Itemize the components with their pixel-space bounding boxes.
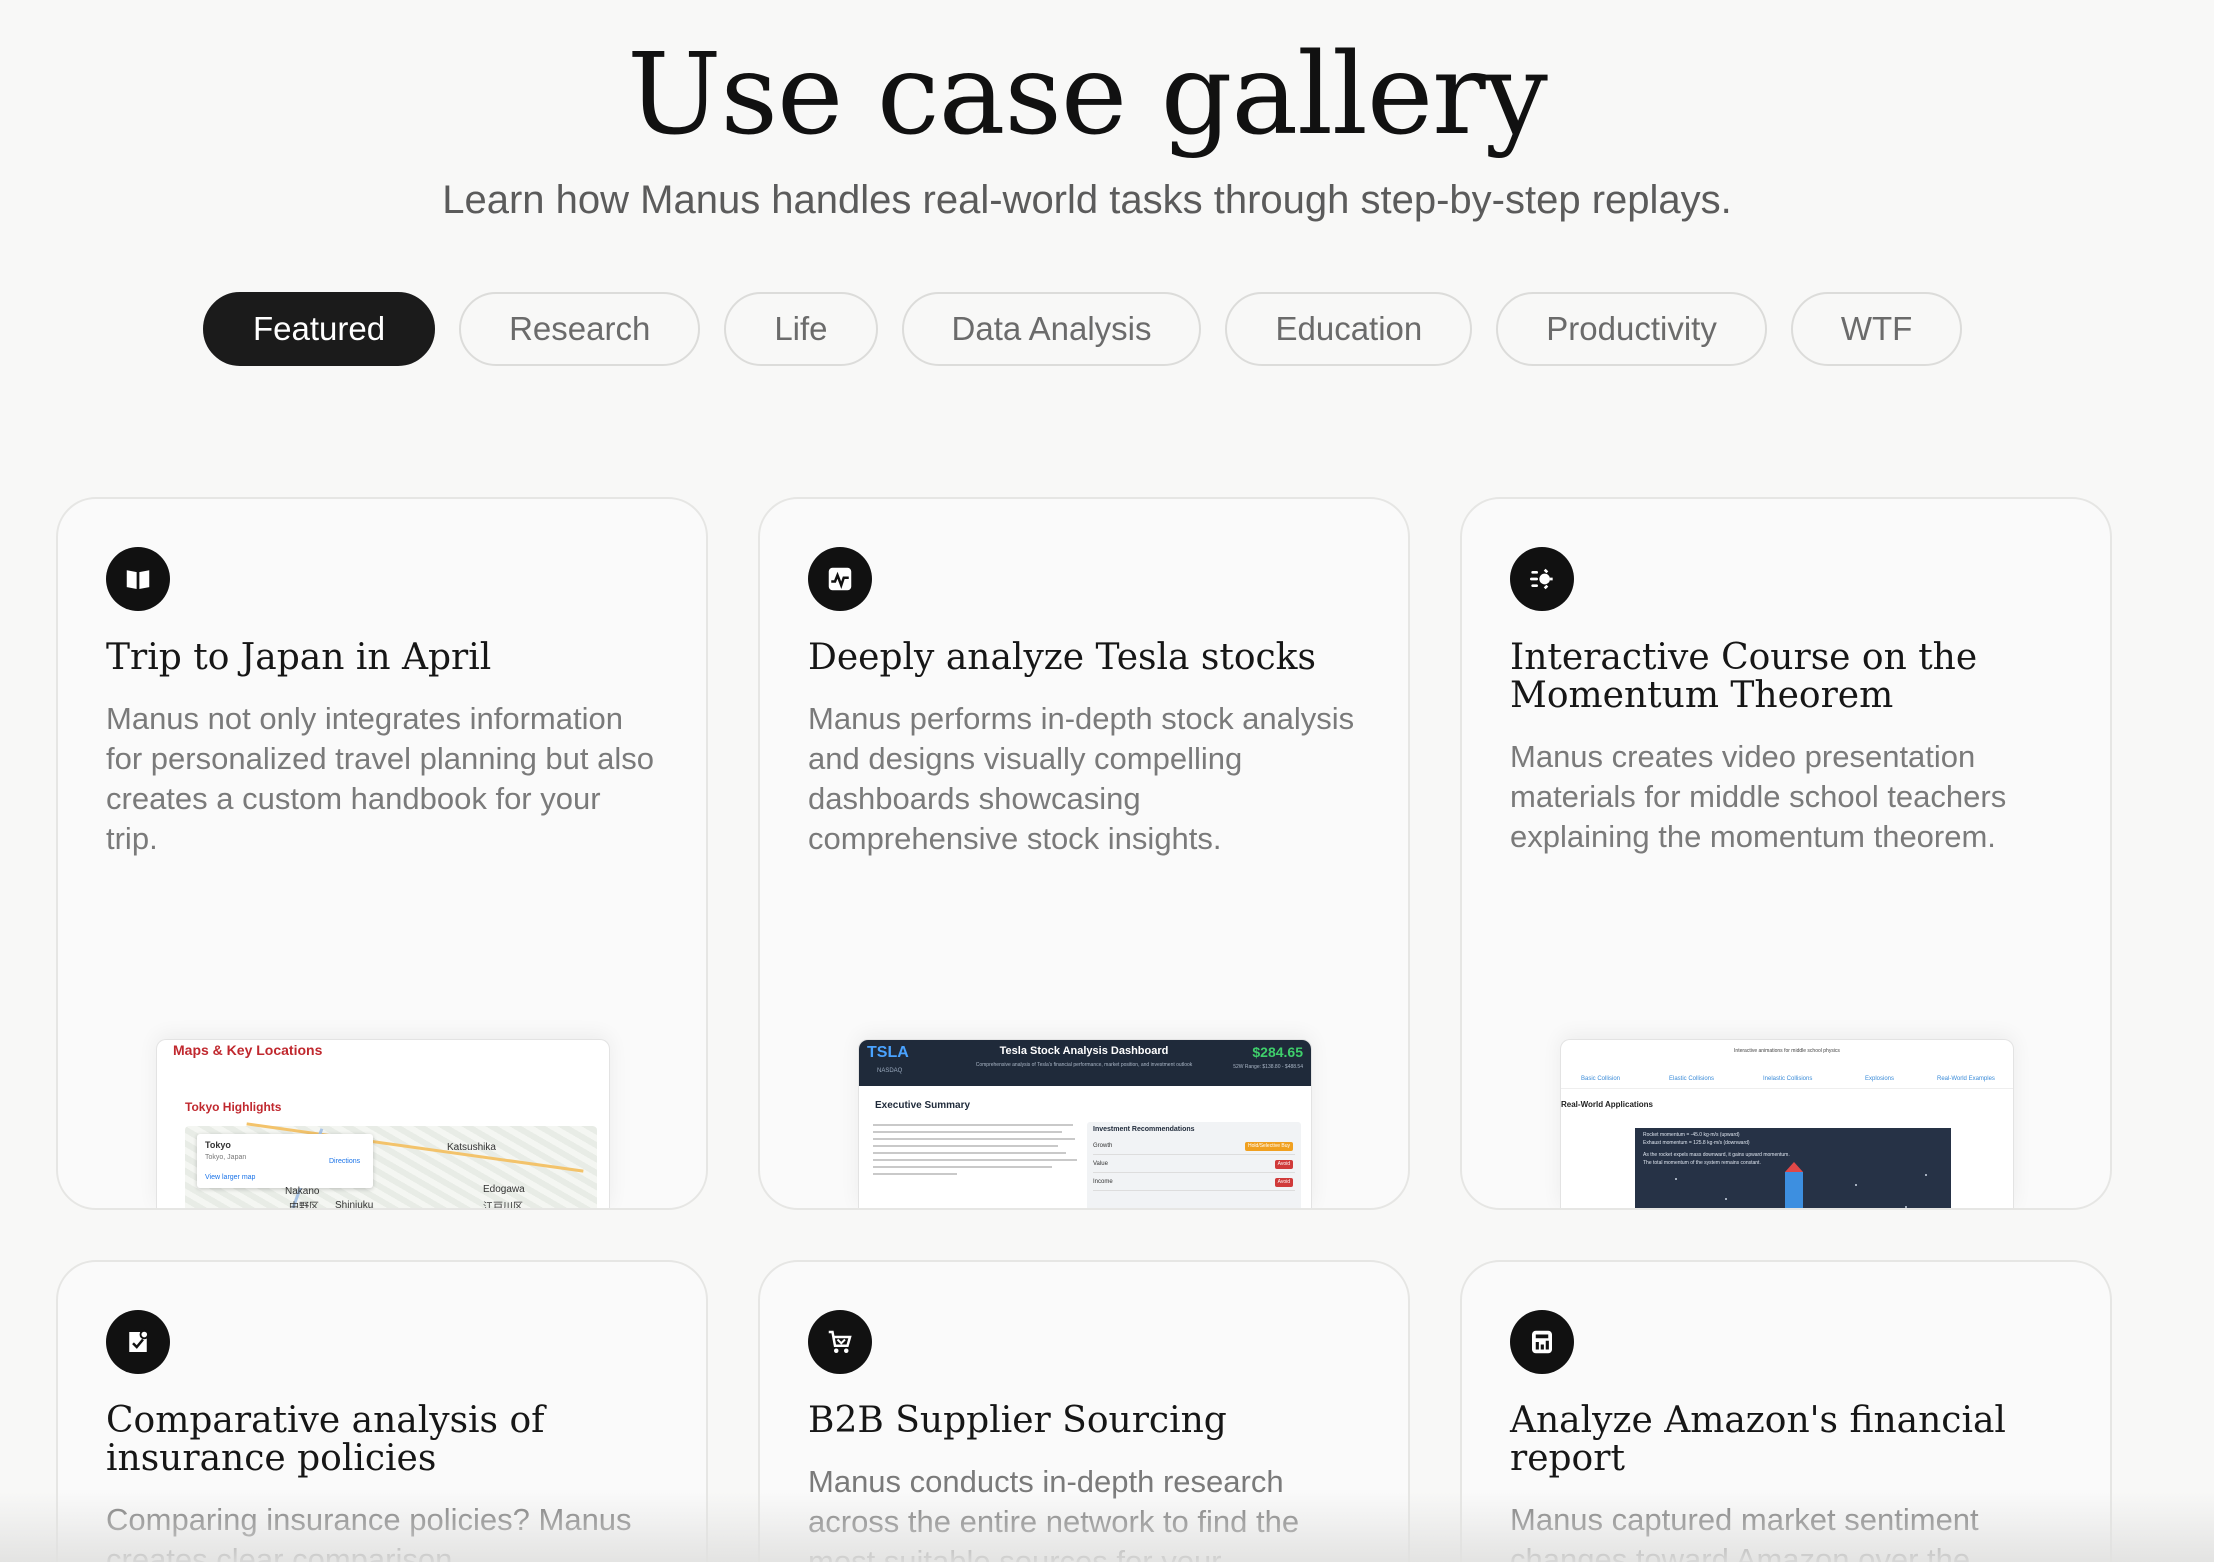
use-case-card-amazon[interactable]: Analyze Amazon's financial report Manus … — [1460, 1260, 2112, 1562]
course-nav-item: Real-World Examples — [1937, 1076, 1995, 1082]
tab-wtf[interactable]: WTF — [1790, 292, 1963, 366]
rec-label: Growth — [1093, 1143, 1113, 1149]
price-range: 52W Range: $138.80 - $488.54 — [1233, 1064, 1303, 1070]
recommendation-row: Growth Hold/Selective Buy — [1093, 1140, 1295, 1155]
course-nav-item: Explosions — [1865, 1076, 1895, 1082]
category-tabs: Featured Research Life Data Analysis Edu… — [203, 292, 1963, 366]
course-nav: Basic Collision Elastic Collisions Inela… — [1561, 1074, 2013, 1089]
map-image: Tokyo Tokyo, Japan View larger map Direc… — [185, 1122, 597, 1210]
course-nav-item: Inelastic Collisions — [1763, 1076, 1813, 1082]
tab-research[interactable]: Research — [459, 292, 701, 366]
summary-text-lines — [873, 1124, 1083, 1180]
card-title: Interactive Course on the Momentum Theor… — [1510, 637, 1978, 716]
card-description: Manus conducts in-depth research across … — [808, 1464, 1300, 1562]
card-description: Manus creates video presentation materia… — [1510, 739, 2007, 854]
map-place-sub: Tokyo, Japan — [205, 1154, 247, 1161]
page-title: Use case gallery — [627, 30, 1548, 160]
use-case-gallery-page: Use case gallery Learn how Manus handles… — [0, 0, 2214, 1562]
rec-label: Income — [1093, 1179, 1113, 1185]
scene-text: The total momentum of the system remains… — [1643, 1160, 1761, 1166]
tab-data-analysis[interactable]: Data Analysis — [901, 292, 1202, 366]
card-description: Manus not only integrates information fo… — [106, 701, 655, 856]
map-label: 江戸川区 — [483, 1202, 523, 1210]
cart-icon — [808, 1310, 872, 1374]
recommendations-heading: Investment Recommendations — [1093, 1126, 1195, 1133]
tab-productivity[interactable]: Productivity — [1496, 292, 1767, 366]
card-title: Trip to Japan in April — [106, 637, 492, 678]
financial-report-icon — [1510, 1310, 1574, 1374]
map-label: Shinjuku — [335, 1200, 374, 1210]
recommendation-row: Value Avoid — [1093, 1158, 1295, 1173]
scene-text: Exhaust momentum = 125.8 kg·m/s (downwar… — [1643, 1140, 1750, 1146]
map-label: Nakano — [285, 1186, 320, 1197]
preview-subheading: Tokyo Highlights — [185, 1100, 282, 1114]
map-label: Katsushika — [447, 1142, 496, 1153]
tab-featured[interactable]: Featured — [203, 292, 436, 366]
map-label: Edogawa — [483, 1184, 525, 1195]
rocket — [1785, 1172, 1803, 1208]
rec-badge: Hold/Selective Buy — [1245, 1142, 1293, 1151]
scene-text: As the rocket expels mass downward, it g… — [1643, 1152, 1790, 1158]
use-case-card-insurance[interactable]: Comparative analysis of insurance polici… — [56, 1260, 708, 1562]
dashboard-title: Tesla Stock Analysis Dashboard — [999, 1045, 1169, 1057]
section-heading: Executive Summary — [875, 1100, 971, 1111]
use-case-card-tesla[interactable]: Deeply analyze Tesla stocks Manus perfor… — [758, 497, 1410, 1210]
rec-label: Value — [1093, 1161, 1108, 1167]
stock-exchange: NASDAQ — [877, 1068, 903, 1074]
directions-link: Directions — [329, 1158, 361, 1165]
page-subtitle: Learn how Manus handles real-world tasks… — [442, 178, 1732, 222]
use-case-card-momentum[interactable]: Interactive Course on the Momentum Theor… — [1460, 497, 2112, 1210]
use-case-card-supplier[interactable]: B2B Supplier Sourcing Manus conducts in-… — [758, 1260, 1410, 1562]
card-title: Comparative analysis of insurance polici… — [106, 1400, 545, 1479]
dashboard-header: TSLA NASDAQ Tesla Stock Analysis Dashboa… — [859, 1040, 1311, 1086]
recommendations-box: Investment Recommendations Growth Hold/S… — [1087, 1122, 1301, 1208]
map-place-card: Tokyo Tokyo, Japan View larger map Direc… — [197, 1134, 373, 1188]
rocket-animation: Rocket momentum = -45.0 kg·m/s (upward) … — [1635, 1128, 1951, 1208]
card-title: Analyze Amazon's financial report — [1510, 1400, 2006, 1479]
card-title: Deeply analyze Tesla stocks — [808, 637, 1316, 678]
section-heading: Real-World Applications — [1561, 1100, 1654, 1109]
stock-chart-icon — [808, 547, 872, 611]
stock-symbol: TSLA — [867, 1044, 909, 1061]
tab-education[interactable]: Education — [1225, 292, 1473, 366]
shield-check-icon — [106, 1310, 170, 1374]
tab-life[interactable]: Life — [724, 292, 878, 366]
preview-top-text: Interactive animations for middle school… — [1734, 1048, 1840, 1054]
rec-badge: Avoid — [1274, 1160, 1293, 1169]
scene-text: Rocket momentum = -45.0 kg·m/s (upward) — [1643, 1132, 1740, 1138]
card-preview-maps: Maps & Key Locations Tokyo Highlights To… — [156, 1039, 610, 1210]
card-title: B2B Supplier Sourcing — [808, 1400, 1227, 1441]
book-icon — [106, 547, 170, 611]
course-nav-item: Elastic Collisions — [1669, 1076, 1715, 1082]
preview-heading: Maps & Key Locations — [173, 1042, 323, 1058]
course-nav-item: Basic Collision — [1581, 1076, 1621, 1082]
card-preview-course: Interactive animations for middle school… — [1560, 1039, 2014, 1208]
stock-price: $284.65 — [1252, 1044, 1303, 1060]
map-label: 中野区 — [289, 1202, 319, 1210]
rocket-tip — [1785, 1162, 1803, 1172]
map-place-name: Tokyo — [205, 1140, 231, 1150]
dashboard-subtitle: Comprehensive analysis of Tesla's financ… — [975, 1062, 1193, 1068]
view-larger-map-link: View larger map — [205, 1174, 256, 1181]
rec-badge: Avoid — [1274, 1178, 1293, 1187]
card-description: Manus captured market sentiment changes … — [1510, 1502, 1979, 1562]
recommendation-row: Income Avoid — [1093, 1176, 1295, 1191]
card-preview-dashboard: TSLA NASDAQ Tesla Stock Analysis Dashboa… — [858, 1039, 1312, 1208]
card-description: Manus performs in-depth stock analysis a… — [808, 701, 1355, 856]
use-case-card-japan-trip[interactable]: Trip to Japan in April Manus not only in… — [56, 497, 708, 1210]
card-description: Comparing insurance policies? Manus crea… — [106, 1502, 632, 1562]
momentum-icon — [1510, 547, 1574, 611]
